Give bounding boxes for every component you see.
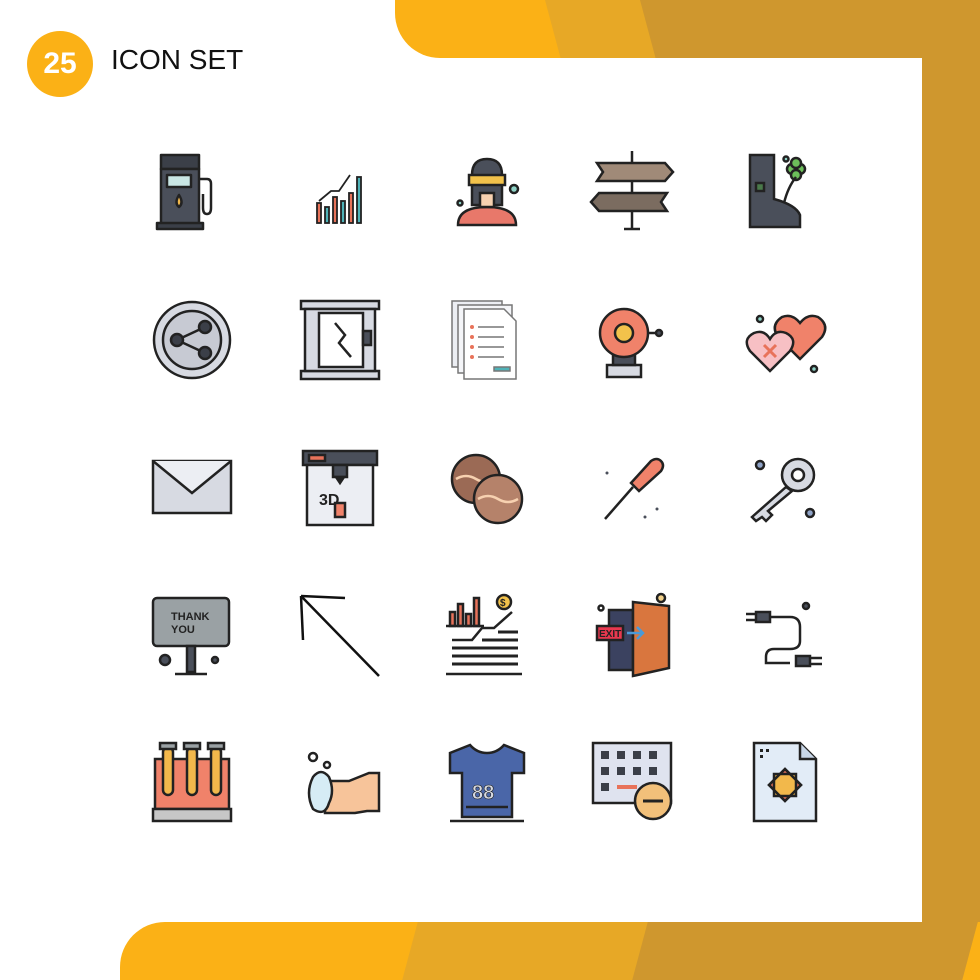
direction-signpost-icon — [587, 145, 677, 235]
page-title: ICON SET — [111, 44, 244, 75]
bar-chart-growth-icon — [295, 145, 385, 235]
cookies-icon — [442, 443, 532, 533]
dollar-label: $ — [500, 598, 506, 609]
thank-you-sign-icon: THANK YOU — [147, 590, 237, 680]
envelope-icon — [147, 443, 237, 533]
screwdriver-icon — [587, 443, 677, 533]
keyboard-remove-icon — [587, 737, 677, 827]
count-badge: 25 — [27, 31, 93, 97]
cable-connector-icon — [740, 590, 830, 680]
alarm-bell-icon — [587, 295, 677, 385]
decor-right-band — [922, 0, 980, 980]
boot-clover-icon — [740, 145, 830, 235]
financial-growth-icon: $ — [442, 590, 532, 680]
sign-text-line2: YOU — [171, 624, 195, 636]
sign-text-line1: THANK — [171, 611, 210, 623]
design-file-icon — [740, 737, 830, 827]
3d-printer-icon: 3D — [295, 443, 385, 533]
arrow-up-left-icon — [295, 590, 385, 680]
broken-glass-door-icon — [295, 295, 385, 385]
broken-hearts-icon — [740, 295, 830, 385]
jersey-shirt-icon: 88 — [442, 737, 532, 827]
fuel-pump-icon — [147, 145, 237, 235]
jersey-number: 88 — [472, 782, 494, 804]
exit-door-icon: EXIT — [587, 590, 677, 680]
key-icon — [740, 443, 830, 533]
share-circle-icon — [147, 295, 237, 385]
vr-headset-person-icon — [442, 145, 532, 235]
decor-bottom-band-dark — [632, 922, 978, 980]
exit-label: EXIT — [599, 629, 621, 640]
printer-3d-label: 3D — [319, 492, 339, 509]
test-tubes-icon — [147, 737, 237, 827]
checklist-documents-icon — [442, 295, 532, 385]
hand-washing-icon — [295, 737, 385, 827]
